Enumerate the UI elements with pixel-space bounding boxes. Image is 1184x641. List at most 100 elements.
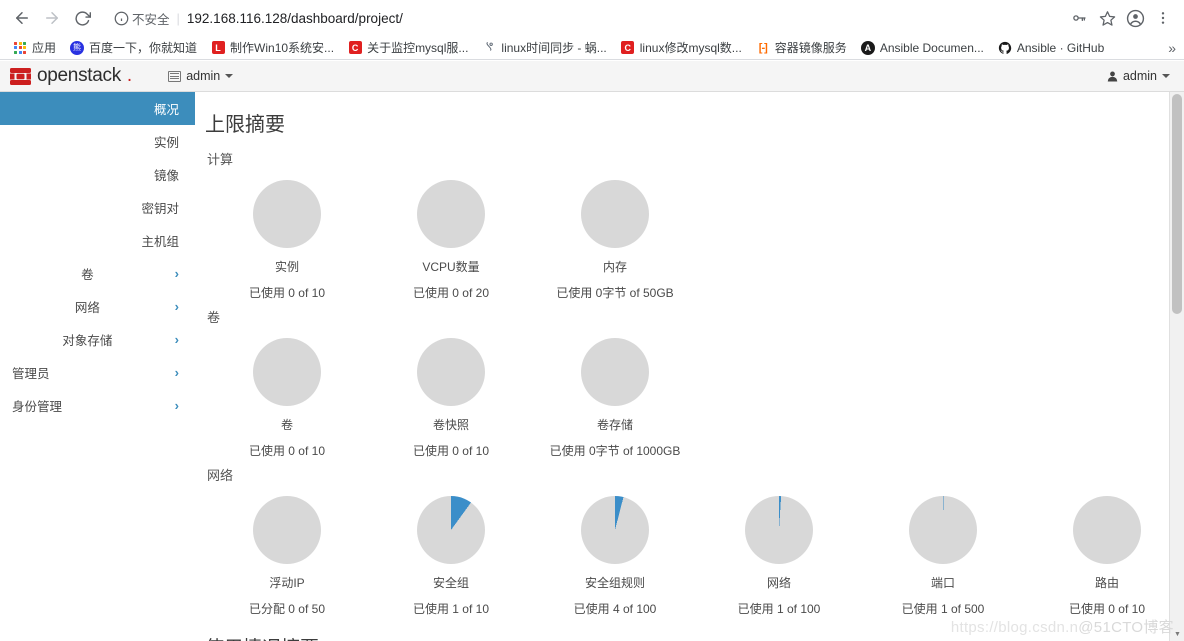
chevron-down-icon <box>1162 74 1170 78</box>
openstack-logo-icon <box>10 67 31 85</box>
address-bar[interactable]: 不安全 | 192.168.116.128/dashboard/project/ <box>106 5 1058 31</box>
quota-used: 已使用 1 of 100 <box>737 602 821 616</box>
bookmark-ansible-docs[interactable]: A Ansible Documen... <box>854 39 991 57</box>
quota-item: 实例 已使用 0 of 10 <box>205 170 369 301</box>
bookmark-apps[interactable]: 应用 <box>6 37 63 58</box>
bookmark-container-registry[interactable]: [-] 容器镜像服务 <box>749 37 854 58</box>
quota-donut <box>417 496 485 564</box>
sidebar-item-overview[interactable]: 概况 <box>0 92 195 125</box>
bookmark-win10[interactable]: L 制作Win10系统安... <box>204 37 341 58</box>
github-icon <box>998 41 1012 55</box>
sidebar-item-admin[interactable]: 管理员 › <box>0 356 195 389</box>
quota-label: 路由 <box>1094 576 1119 590</box>
sidebar-item-label: 概况 <box>153 103 179 117</box>
sidebar-item-network[interactable]: 网络 › <box>0 290 195 323</box>
key-icon[interactable] <box>1066 5 1092 31</box>
bookmark-label: Ansible · GitHub <box>1016 40 1105 55</box>
sidebar-item-label: 管理员 <box>12 367 50 381</box>
quota-donut <box>253 496 321 564</box>
project-grid-icon <box>168 70 182 82</box>
bookmark-label: 容器镜像服务 <box>774 41 847 55</box>
star-icon[interactable] <box>1094 5 1120 31</box>
quota-label: 实例 <box>274 260 299 274</box>
sidebar-item-object-storage[interactable]: 对象存储 › <box>0 323 195 356</box>
baidu-icon: 熊 <box>70 40 85 55</box>
apps-grid-icon <box>13 41 27 55</box>
openstack-logo-text: openstack <box>37 65 121 86</box>
bookmark-mysql-modify[interactable]: C linux修改mysql数... <box>614 37 749 58</box>
ansible-icon: A <box>860 40 875 55</box>
quota-item: 端口 已使用 1 of 500 <box>861 486 1025 617</box>
sidebar-item-host-groups[interactable]: 主机组 <box>0 224 195 257</box>
chevron-right-icon: › <box>174 398 179 413</box>
quota-item: 卷快照 已使用 0 of 10 <box>369 328 533 459</box>
chevron-right-icon: › <box>174 299 179 314</box>
bookmark-label: linux修改mysql数... <box>639 41 742 55</box>
quota-donut <box>417 180 485 248</box>
section-title-network: 网络 <box>207 468 234 483</box>
quota-donut <box>253 338 321 406</box>
quota-item: VCPU数量 已使用 0 of 20 <box>369 170 533 301</box>
user-menu[interactable]: admin <box>1107 69 1170 83</box>
quota-used: 已分配 0 of 50 <box>248 602 326 616</box>
page-scrollbar[interactable]: ▼ <box>1169 92 1184 641</box>
quota-label: 端口 <box>930 576 955 590</box>
bookmarks-overflow-button[interactable]: » <box>1164 36 1180 59</box>
sidebar-item-label: 卷 <box>81 268 94 282</box>
bookmark-label: 关于监控mysql服... <box>367 41 469 55</box>
sidebar-item-instances[interactable]: 实例 <box>0 125 195 158</box>
quota-item: 卷存储 已使用 0字节 of 1000GB <box>533 328 697 459</box>
project-selector[interactable]: admin <box>168 69 234 83</box>
quota-item: 路由 已使用 0 of 10 <box>1025 486 1184 617</box>
main-content: 上限摘要 计算 实例 已使用 0 of 10 VCPU数量 已使用 0 of 2… <box>195 92 1184 641</box>
profile-avatar-icon[interactable] <box>1122 5 1148 31</box>
sidebar-item-keypairs[interactable]: 密钥对 <box>0 191 195 224</box>
script-icon <box>482 41 496 55</box>
quota-donut <box>745 496 813 564</box>
back-button[interactable] <box>8 4 36 32</box>
user-menu-label: admin <box>1122 69 1157 83</box>
quota-label: 卷 <box>280 418 293 432</box>
chevron-right-icon: › <box>174 266 179 281</box>
url-text: 192.168.116.128/dashboard/project/ <box>186 10 403 26</box>
sidebar-item-label: 实例 <box>153 136 179 150</box>
page-title: 上限摘要 <box>205 114 285 136</box>
bookmark-label: Ansible Documen... <box>879 40 984 55</box>
sidebar-item-images[interactable]: 镜像 <box>0 158 195 191</box>
page-viewport: openstack . admin admin 概况 实例 镜像 密钥对 主机组… <box>0 61 1184 641</box>
scrollbar-thumb[interactable] <box>1172 94 1182 314</box>
chevron-right-icon: › <box>174 365 179 380</box>
quota-used: 已使用 0 of 10 <box>248 286 326 300</box>
quota-used: 已使用 0 of 20 <box>412 286 490 300</box>
site-info-icon[interactable] <box>110 7 132 29</box>
section-title-compute: 计算 <box>207 152 234 167</box>
quota-label: 内存 <box>602 260 627 274</box>
openstack-logo[interactable]: openstack . <box>10 65 132 87</box>
quota-donut <box>253 180 321 248</box>
sidebar-item-label: 镜像 <box>153 169 179 183</box>
reload-button[interactable] <box>68 4 96 32</box>
bracket-icon: [-] <box>758 41 768 54</box>
quota-item: 网络 已使用 1 of 100 <box>697 486 861 617</box>
kebab-menu-icon[interactable] <box>1150 5 1176 31</box>
quota-item: 内存 已使用 0字节 of 50GB <box>533 170 697 301</box>
bookmark-ansible-github[interactable]: Ansible · GitHub <box>991 39 1111 57</box>
bookmark-mysql-monitor[interactable]: C 关于监控mysql服... <box>341 37 475 58</box>
quota-label: 浮动IP <box>269 576 305 590</box>
chevron-down-icon <box>225 74 234 78</box>
sidebar-item-label: 对象存储 <box>62 334 113 348</box>
forward-button[interactable] <box>38 4 66 32</box>
quota-item: 安全组 已使用 1 of 10 <box>369 486 533 617</box>
bookmark-baidu[interactable]: 熊 百度一下，你就知道 <box>63 37 204 58</box>
sidebar-item-identity[interactable]: 身份管理 › <box>0 389 195 422</box>
browser-toolbar: 不安全 | 192.168.116.128/dashboard/project/ <box>0 0 1184 36</box>
quota-label: 卷存储 <box>596 418 633 432</box>
quota-used: 已使用 1 of 10 <box>412 602 490 616</box>
openstack-navbar: openstack . admin admin <box>0 61 1184 92</box>
scrollbar-down-arrow[interactable]: ▼ <box>1170 627 1184 641</box>
bookmark-linux-time-sync[interactable]: linux时间同步 - 蜗... <box>475 37 613 58</box>
quota-item: 卷 已使用 0 of 10 <box>205 328 369 459</box>
quota-row-network: 浮动IP 已分配 0 of 50 安全组 已使用 1 of 10 安全组规则 已… <box>205 486 1184 617</box>
sidebar-item-volumes[interactable]: 卷 › <box>0 257 195 290</box>
user-icon <box>1107 71 1118 82</box>
